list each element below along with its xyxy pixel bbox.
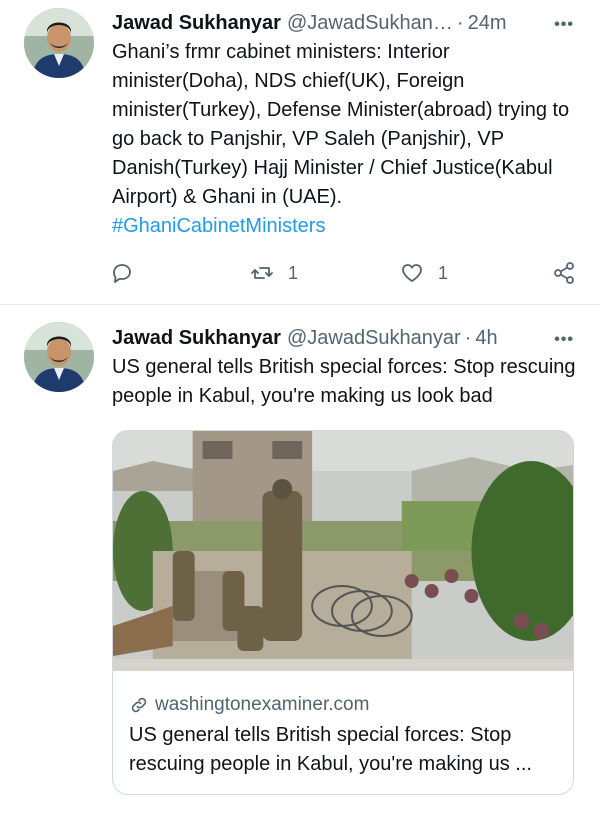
avatar[interactable] <box>24 8 94 78</box>
link-card[interactable]: washingtonexaminer.com US general tells … <box>112 430 574 795</box>
link-card-domain: washingtonexaminer.com <box>155 694 370 715</box>
retweet-count: 1 <box>288 262 299 283</box>
author-handle[interactable]: @JawadSukhan… <box>287 10 453 36</box>
retweet-button[interactable]: 1 <box>250 261 298 285</box>
share-icon <box>554 262 574 284</box>
separator-dot: · <box>464 327 472 349</box>
reply-icon <box>113 264 131 283</box>
more-options-button[interactable]: ••• <box>554 331 574 349</box>
like-count: 1 <box>438 262 449 283</box>
tweet-text-body: Ghani’s frmr cabinet ministers: Interior… <box>112 41 575 208</box>
separator-dot: · <box>456 12 464 34</box>
tweet[interactable]: ••• Jawad Sukhanyar @JawadSukhan… · 24m … <box>0 0 600 305</box>
author-name[interactable]: Jawad Sukhanyar <box>112 10 281 36</box>
tweet-timestamp[interactable]: 24m <box>468 10 507 36</box>
more-options-button[interactable]: ••• <box>554 16 574 34</box>
like-button[interactable]: 1 <box>400 261 448 285</box>
tweet-text: US general tells British special forces:… <box>112 356 582 407</box>
tweet[interactable]: ••• Jawad Sukhanyar @JawadSukhanyar · 4h… <box>0 305 600 823</box>
link-icon <box>131 697 147 713</box>
tweet-timestamp[interactable]: 4h <box>475 325 497 351</box>
retweet-icon <box>251 267 273 279</box>
share-button[interactable] <box>552 261 576 285</box>
author-name[interactable]: Jawad Sukhanyar <box>112 325 281 351</box>
link-card-image[interactable] <box>113 431 573 671</box>
link-card-title[interactable]: US general tells British special forces:… <box>129 721 557 779</box>
author-handle[interactable]: @JawadSukhanyar <box>287 325 461 351</box>
heart-icon <box>402 264 422 282</box>
hashtag-link[interactable]: #GhaniCabinetMinisters <box>112 215 325 237</box>
tweet-actions: 1 1 <box>110 258 576 288</box>
avatar[interactable] <box>24 322 94 392</box>
tweet-text: Ghani’s frmr cabinet ministers: Interior… <box>112 38 578 241</box>
reply-button[interactable] <box>110 261 134 285</box>
